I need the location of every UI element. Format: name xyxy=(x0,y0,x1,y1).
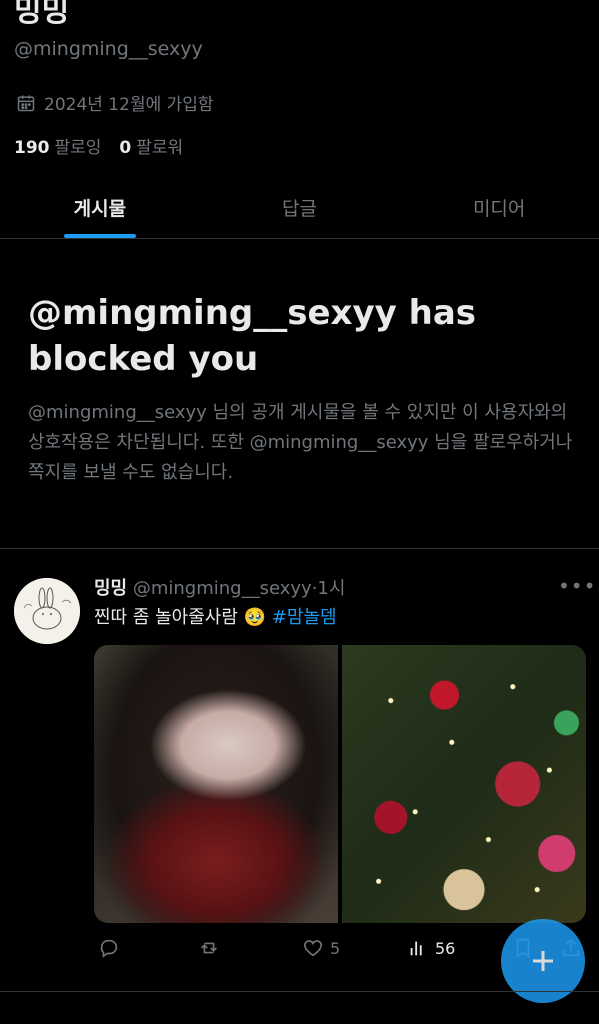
tweet-header: 밍밍 @mingming__sexyy·1시 xyxy=(94,574,345,600)
tweet-body: 찐따 좀 놀아줄사람 xyxy=(94,607,238,628)
bottom-divider xyxy=(0,991,599,992)
like-icon xyxy=(303,940,323,957)
retweet-icon xyxy=(201,942,217,954)
section-divider xyxy=(0,548,599,549)
views-count: 56 xyxy=(435,938,456,958)
tab-replies[interactable]: 답글 xyxy=(200,176,400,238)
tweet-hashtag[interactable]: #맘놀뎀 xyxy=(272,607,337,628)
tab-active-indicator xyxy=(63,234,136,238)
profile-tabs: 게시물 답글 미디어 xyxy=(0,176,599,239)
tab-media-label: 미디어 xyxy=(472,197,526,220)
following-link[interactable]: 190 팔로잉 xyxy=(14,133,101,158)
joined-text: 2024년 12월에 가입함 xyxy=(44,95,214,115)
views-icon xyxy=(410,941,422,956)
joined-date: 2024년 12월에 가입함 xyxy=(16,90,214,115)
following-count: 190 xyxy=(14,138,50,158)
calendar-icon xyxy=(17,95,35,111)
follow-stats: 190 팔로잉 0 팔로워 xyxy=(14,133,183,158)
reply-button[interactable] xyxy=(98,937,126,959)
views-button[interactable]: 56 xyxy=(407,937,455,959)
like-count: 5 xyxy=(330,938,341,958)
retweet-button[interactable] xyxy=(198,937,226,959)
reply-icon xyxy=(100,939,118,958)
tab-media[interactable]: 미디어 xyxy=(399,176,599,238)
tab-replies-label: 답글 xyxy=(282,197,317,220)
more-icon[interactable]: ••• xyxy=(558,574,596,598)
profile-handle: @mingming__sexyy xyxy=(14,38,203,60)
media-photo-christmas-tree[interactable] xyxy=(342,645,586,923)
compose-plus-icon xyxy=(533,951,553,971)
tweet-text: 찐따 좀 놀아줄사람 🥹 #맘놀뎀 xyxy=(94,603,337,629)
avatar[interactable] xyxy=(14,578,80,644)
tweet-media xyxy=(94,645,586,923)
tab-posts-label: 게시물 xyxy=(73,197,127,220)
tweet-author-name[interactable]: 밍밍 xyxy=(94,578,127,599)
followers-count: 0 xyxy=(119,138,132,158)
like-button[interactable]: 5 xyxy=(302,937,340,959)
tweet-time[interactable]: ·1시 xyxy=(312,578,346,599)
media-photo-selfie[interactable] xyxy=(94,645,338,923)
rabbit-illustration xyxy=(14,578,80,644)
blocked-title: @mingming__sexyy has blocked you xyxy=(28,293,477,379)
tweet-emoji: 🥹 xyxy=(243,607,267,628)
blocked-description: @mingming__sexyy 님의 공개 게시물을 볼 수 있지만 이 사용… xyxy=(28,402,573,483)
followers-link[interactable]: 0 팔로워 xyxy=(119,133,183,158)
tweet-author-handle[interactable]: @mingming__sexyy xyxy=(133,578,312,599)
profile-name: 밍밍 xyxy=(14,0,70,29)
followers-label: 팔로워 xyxy=(136,138,184,158)
following-label: 팔로잉 xyxy=(54,138,102,158)
tab-posts[interactable]: 게시물 xyxy=(0,176,200,238)
